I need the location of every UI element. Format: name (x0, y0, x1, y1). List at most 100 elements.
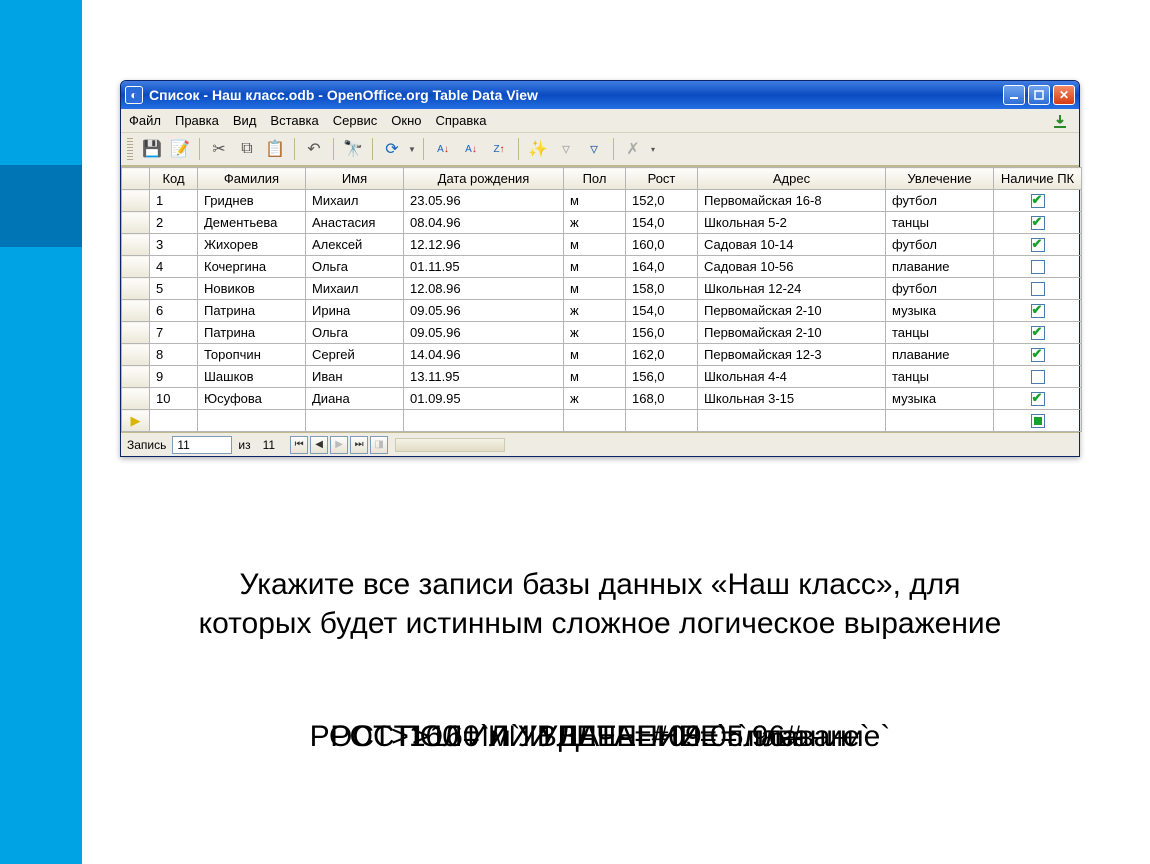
cell-familiya[interactable]: Гриднев (198, 190, 306, 212)
table-row[interactable]: 10ЮсуфоваДиана01.09.95ж168,0Школьная 3-1… (122, 388, 1082, 410)
col-pol[interactable]: Пол (564, 168, 626, 190)
nav-new-button[interactable]: ◨ (370, 436, 388, 454)
cell-imya[interactable]: Михаил (306, 190, 404, 212)
standard-filter-button[interactable]: ▿ (581, 137, 607, 161)
col-data[interactable]: Дата рождения (404, 168, 564, 190)
menu-edit[interactable]: Правка (175, 113, 219, 128)
row-selector[interactable] (122, 278, 150, 300)
cell-uvlechenie[interactable]: футбол (886, 278, 994, 300)
col-uvlechenie[interactable]: Увлечение (886, 168, 994, 190)
cell-pk[interactable] (994, 388, 1082, 410)
cell-data[interactable]: 09.05.96 (404, 300, 564, 322)
col-adres[interactable]: Адрес (698, 168, 886, 190)
cell-pk[interactable] (994, 322, 1082, 344)
cell-pol[interactable]: ж (564, 322, 626, 344)
cell-kod[interactable] (150, 410, 198, 432)
cell-familiya[interactable]: Новиков (198, 278, 306, 300)
cell-pol[interactable]: ж (564, 388, 626, 410)
cell-imya[interactable]: Иван (306, 366, 404, 388)
cell-pk[interactable] (994, 190, 1082, 212)
maximize-button[interactable] (1028, 85, 1050, 105)
cell-imya[interactable]: Сергей (306, 344, 404, 366)
cell-familiya[interactable]: Патрина (198, 322, 306, 344)
cell-rost[interactable]: 156,0 (626, 366, 698, 388)
cell-uvlechenie[interactable]: музыка (886, 300, 994, 322)
checkbox-mixed-icon[interactable] (1031, 414, 1045, 428)
insert-row[interactable]: ▶ (122, 410, 1082, 432)
cell-pk[interactable] (994, 212, 1082, 234)
cell-adres[interactable]: Первомайская 12-3 (698, 344, 886, 366)
cell-data[interactable]: 01.11.95 (404, 256, 564, 278)
cell-kod[interactable]: 6 (150, 300, 198, 322)
cell-pk[interactable] (994, 344, 1082, 366)
cell-uvlechenie[interactable]: футбол (886, 190, 994, 212)
cell-adres[interactable] (698, 410, 886, 432)
cell-adres[interactable]: Садовая 10-14 (698, 234, 886, 256)
checkbox-icon[interactable] (1031, 282, 1045, 296)
cell-kod[interactable]: 4 (150, 256, 198, 278)
col-kod[interactable]: Код (150, 168, 198, 190)
cell-pk[interactable] (994, 278, 1082, 300)
refresh-dropdown[interactable]: ▼ (407, 145, 417, 154)
cell-familiya[interactable]: Торопчин (198, 344, 306, 366)
cell-pk[interactable] (994, 300, 1082, 322)
row-selector[interactable] (122, 388, 150, 410)
autofilter-button[interactable]: ✨ (525, 137, 551, 161)
cell-pol[interactable]: ж (564, 212, 626, 234)
cell-imya[interactable]: Диана (306, 388, 404, 410)
checkbox-icon[interactable] (1031, 260, 1045, 274)
cell-familiya[interactable]: Юсуфова (198, 388, 306, 410)
table-row[interactable]: 9ШашковИван13.11.95м156,0Школьная 4-4тан… (122, 366, 1082, 388)
cell-uvlechenie[interactable]: плавание (886, 256, 994, 278)
close-button[interactable]: ✕ (1053, 85, 1075, 105)
nav-last-button[interactable]: ⏭ (350, 436, 368, 454)
checkbox-icon[interactable] (1031, 304, 1045, 318)
cell-uvlechenie[interactable] (886, 410, 994, 432)
menu-window[interactable]: Окно (391, 113, 421, 128)
cell-adres[interactable]: Первомайская 2-10 (698, 300, 886, 322)
cell-uvlechenie[interactable]: танцы (886, 366, 994, 388)
col-pk[interactable]: Наличие ПК (994, 168, 1082, 190)
cell-uvlechenie[interactable]: танцы (886, 322, 994, 344)
checkbox-icon[interactable] (1031, 370, 1045, 384)
cell-familiya[interactable]: Патрина (198, 300, 306, 322)
cell-kod[interactable]: 2 (150, 212, 198, 234)
undo-button[interactable]: ↶ (301, 137, 327, 161)
table-row[interactable]: 8ТоропчинСергей14.04.96м162,0Первомайска… (122, 344, 1082, 366)
cell-adres[interactable]: Садовая 10-56 (698, 256, 886, 278)
cell-familiya[interactable]: Кочергина (198, 256, 306, 278)
cell-pol[interactable]: ж (564, 300, 626, 322)
row-selector[interactable] (122, 366, 150, 388)
remove-filter-button[interactable]: ✗ (620, 137, 646, 161)
cell-pol[interactable]: м (564, 366, 626, 388)
save-button[interactable]: 💾 (139, 137, 165, 161)
toolbar-overflow[interactable]: ▾ (648, 145, 658, 154)
nav-prev-button[interactable]: ◀ (310, 436, 328, 454)
cell-adres[interactable]: Школьная 3-15 (698, 388, 886, 410)
cell-pk[interactable] (994, 256, 1082, 278)
row-selector[interactable] (122, 300, 150, 322)
cell-familiya[interactable] (198, 410, 306, 432)
checkbox-icon[interactable] (1031, 194, 1045, 208)
cell-adres[interactable]: Школьная 12-24 (698, 278, 886, 300)
cell-pol[interactable]: м (564, 278, 626, 300)
menu-service[interactable]: Сервис (333, 113, 378, 128)
row-selector[interactable] (122, 190, 150, 212)
cell-rost[interactable]: 160,0 (626, 234, 698, 256)
cell-imya[interactable]: Алексей (306, 234, 404, 256)
cell-rost[interactable]: 156,0 (626, 322, 698, 344)
cell-data[interactable]: 14.04.96 (404, 344, 564, 366)
titlebar[interactable]: ◐ Список - Наш класс.odb - OpenOffice.or… (121, 81, 1079, 109)
cell-pol[interactable]: м (564, 256, 626, 278)
table-row[interactable]: 7ПатринаОльга09.05.96ж156,0Первомайская … (122, 322, 1082, 344)
cell-imya[interactable] (306, 410, 404, 432)
find-button[interactable]: 🔭 (340, 137, 366, 161)
menu-insert[interactable]: Вставка (270, 113, 318, 128)
cell-uvlechenie[interactable]: музыка (886, 388, 994, 410)
table-row[interactable]: 1ГридневМихаил23.05.96м152,0Первомайская… (122, 190, 1082, 212)
col-rost[interactable]: Рост (626, 168, 698, 190)
minimize-button[interactable] (1003, 85, 1025, 105)
sort-desc-z-button[interactable]: Z↑ (486, 137, 512, 161)
sort-desc-a-button[interactable]: A↓ (458, 137, 484, 161)
checkbox-icon[interactable] (1031, 216, 1045, 230)
